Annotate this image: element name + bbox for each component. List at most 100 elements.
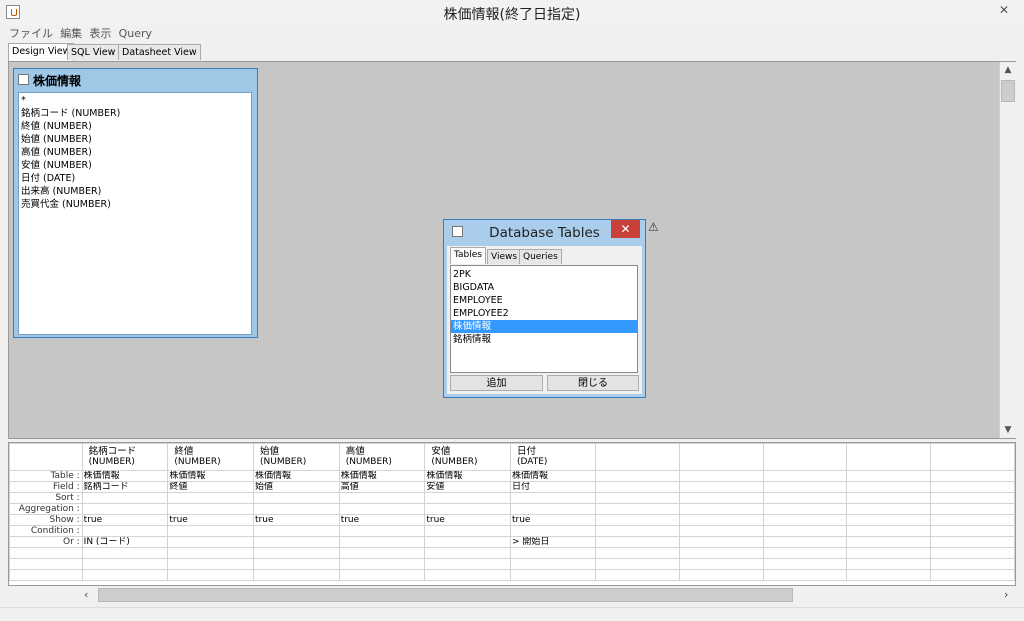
grid-cell[interactable]: [167, 492, 255, 504]
grid-cell[interactable]: [424, 547, 511, 559]
field-item-all[interactable]: *: [21, 94, 249, 107]
grid-cell[interactable]: [846, 525, 932, 537]
grid-cell[interactable]: [595, 503, 680, 515]
grid-cell-field[interactable]: 高値: [338, 481, 426, 493]
field-item[interactable]: 終値 (NUMBER): [21, 120, 249, 133]
field-item[interactable]: 日付 (DATE): [21, 172, 249, 185]
column-header[interactable]: 日付 (DATE): [509, 443, 597, 471]
grid-cell[interactable]: [846, 481, 932, 493]
field-item[interactable]: 高値 (NUMBER): [21, 146, 249, 159]
grid-cell[interactable]: [846, 547, 932, 559]
canvas-scroll-thumb[interactable]: [1001, 80, 1015, 102]
grid-cell[interactable]: [509, 503, 597, 515]
grid-cell[interactable]: [762, 492, 848, 504]
grid-cell[interactable]: [253, 569, 340, 581]
scroll-left-icon[interactable]: ‹: [84, 588, 88, 601]
grid-cell-or[interactable]: IN (コード): [81, 536, 169, 548]
grid-cell[interactable]: [762, 558, 848, 570]
scroll-right-icon[interactable]: ›: [1004, 588, 1008, 601]
grid-cell-field[interactable]: 始値: [253, 481, 340, 493]
grid-cell-or[interactable]: [338, 536, 426, 548]
grid-cell-or[interactable]: [167, 536, 255, 548]
column-header[interactable]: 安値 (NUMBER): [424, 443, 511, 471]
grid-cell[interactable]: [595, 470, 680, 482]
tab-sql-view[interactable]: SQL View: [67, 44, 120, 60]
grid-cell[interactable]: [846, 569, 932, 581]
grid-cell[interactable]: [678, 525, 764, 537]
grid-cell[interactable]: [424, 503, 511, 515]
field-item[interactable]: 始値 (NUMBER): [21, 133, 249, 146]
column-header[interactable]: [846, 443, 932, 471]
scroll-down-icon[interactable]: ▼: [1000, 423, 1016, 437]
column-header[interactable]: 始値 (NUMBER): [253, 443, 340, 471]
grid-cell[interactable]: [253, 492, 340, 504]
canvas-vertical-scrollbar[interactable]: ▲ ▼: [999, 62, 1016, 438]
grid-cell[interactable]: [762, 536, 848, 548]
list-item[interactable]: EMPLOYEE: [451, 294, 637, 307]
grid-cell[interactable]: [930, 547, 1015, 559]
grid-cell[interactable]: [762, 514, 848, 526]
grid-cell[interactable]: [595, 569, 680, 581]
grid-cell-or[interactable]: [424, 536, 511, 548]
menu-edit[interactable]: 編集: [58, 26, 84, 42]
grid-cell[interactable]: [338, 503, 426, 515]
grid-cell[interactable]: [81, 547, 169, 559]
grid-cell[interactable]: [509, 569, 597, 581]
grid-cell[interactable]: [253, 558, 340, 570]
grid-cell[interactable]: [762, 503, 848, 515]
grid-cell[interactable]: [253, 547, 340, 559]
column-header[interactable]: 高値 (NUMBER): [338, 443, 426, 471]
grid-cell[interactable]: [509, 525, 597, 537]
grid-cell-table[interactable]: 株価情報: [81, 470, 169, 482]
grid-cell-show[interactable]: true: [509, 514, 597, 526]
grid-cell[interactable]: [762, 547, 848, 559]
menu-query[interactable]: Query: [117, 26, 154, 42]
grid-cell-table[interactable]: 株価情報: [338, 470, 426, 482]
grid-cell-or[interactable]: > 開始日: [509, 536, 597, 548]
tab-queries[interactable]: Queries: [519, 249, 562, 264]
column-header[interactable]: [930, 443, 1015, 471]
close-button[interactable]: 閉じる: [547, 375, 639, 391]
grid-cell[interactable]: [167, 503, 255, 515]
grid-cell-table[interactable]: 株価情報: [167, 470, 255, 482]
grid-cell-field[interactable]: 終値: [167, 481, 255, 493]
grid-cell[interactable]: [930, 503, 1015, 515]
add-button[interactable]: 追加: [450, 375, 543, 391]
grid-cell[interactable]: [846, 470, 932, 482]
column-header[interactable]: 終値 (NUMBER): [167, 443, 255, 471]
tab-design-view[interactable]: Design View: [8, 43, 75, 61]
grid-cell[interactable]: [167, 547, 255, 559]
list-item[interactable]: 銘柄情報: [451, 333, 637, 346]
grid-cell-field[interactable]: 安値: [424, 481, 511, 493]
grid-cell[interactable]: [762, 470, 848, 482]
grid-cell[interactable]: [930, 514, 1015, 526]
list-item[interactable]: 2PK: [451, 268, 637, 281]
dialog-close-button[interactable]: ✕: [611, 220, 640, 238]
grid-cell[interactable]: [81, 492, 169, 504]
grid-cell-table[interactable]: 株価情報: [509, 470, 597, 482]
grid-cell[interactable]: [509, 492, 597, 504]
grid-cell[interactable]: [424, 569, 511, 581]
menu-file[interactable]: ファイル: [7, 26, 55, 42]
grid-cell[interactable]: [253, 525, 340, 537]
grid-cell[interactable]: [678, 481, 764, 493]
grid-cell[interactable]: [424, 525, 511, 537]
scroll-up-icon[interactable]: ▲: [1000, 63, 1016, 77]
tab-datasheet-view[interactable]: Datasheet View: [118, 44, 201, 60]
grid-cell[interactable]: [762, 525, 848, 537]
grid-cell[interactable]: [338, 558, 426, 570]
field-item[interactable]: 売買代金 (NUMBER): [21, 198, 249, 211]
column-header[interactable]: [595, 443, 680, 471]
field-item[interactable]: 安値 (NUMBER): [21, 159, 249, 172]
grid-cell[interactable]: [930, 481, 1015, 493]
grid-cell[interactable]: [678, 514, 764, 526]
grid-cell[interactable]: [762, 481, 848, 493]
grid-cell[interactable]: [678, 492, 764, 504]
grid-cell[interactable]: [678, 547, 764, 559]
grid-cell[interactable]: [762, 569, 848, 581]
grid-cell[interactable]: [846, 514, 932, 526]
grid-cell[interactable]: [678, 558, 764, 570]
grid-cell-or[interactable]: [253, 536, 340, 548]
grid-cell[interactable]: [595, 536, 680, 548]
grid-cell[interactable]: [595, 547, 680, 559]
